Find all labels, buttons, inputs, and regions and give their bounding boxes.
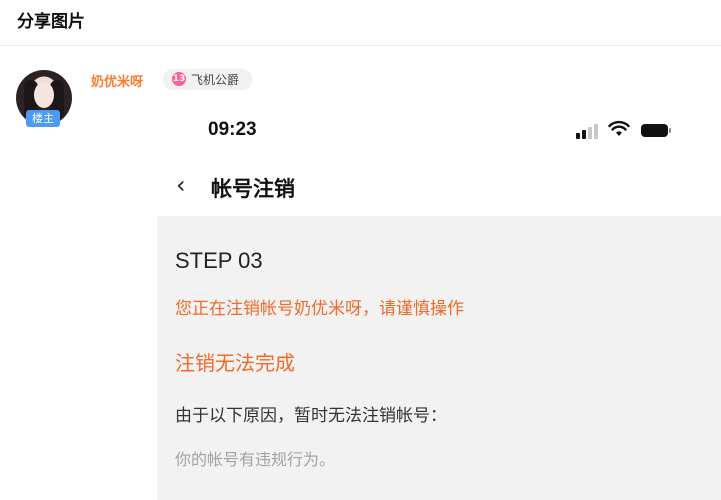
nav-title: 帐号注销 xyxy=(211,177,295,201)
step-label: STEP 03 xyxy=(175,248,263,273)
owner-badge: 楼主 xyxy=(26,110,60,127)
avatar-face xyxy=(34,82,54,108)
reason-heading: 由于以下原因，暂时无法注销帐号： xyxy=(175,406,447,426)
warning-text: 您正在注销帐号奶优米呀，请谨慎操作 xyxy=(175,299,464,319)
reason-item: 你的帐号有违规行为。 xyxy=(175,450,336,469)
level-title: 飞机公爵 xyxy=(191,73,240,87)
battery-icon xyxy=(641,124,671,137)
result-title: 注销无法完成 xyxy=(175,351,295,375)
top-bar: 分享图片 xyxy=(0,0,721,46)
wifi-icon xyxy=(608,120,630,136)
level-badge[interactable]: 13 飞机公爵 xyxy=(163,69,252,90)
author-name[interactable]: 奶优米呀 xyxy=(91,71,143,90)
back-chevron-icon[interactable]: ‹ xyxy=(176,171,186,199)
level-number-icon: 13 xyxy=(172,72,186,86)
cancellation-panel: STEP 03 您正在注销帐号奶优米呀，请谨慎操作 注销无法完成 由于以下原因，… xyxy=(157,216,721,500)
page-title: 分享图片 xyxy=(17,12,85,32)
signal-icon xyxy=(576,123,602,139)
status-time: 09:23 xyxy=(208,119,257,140)
